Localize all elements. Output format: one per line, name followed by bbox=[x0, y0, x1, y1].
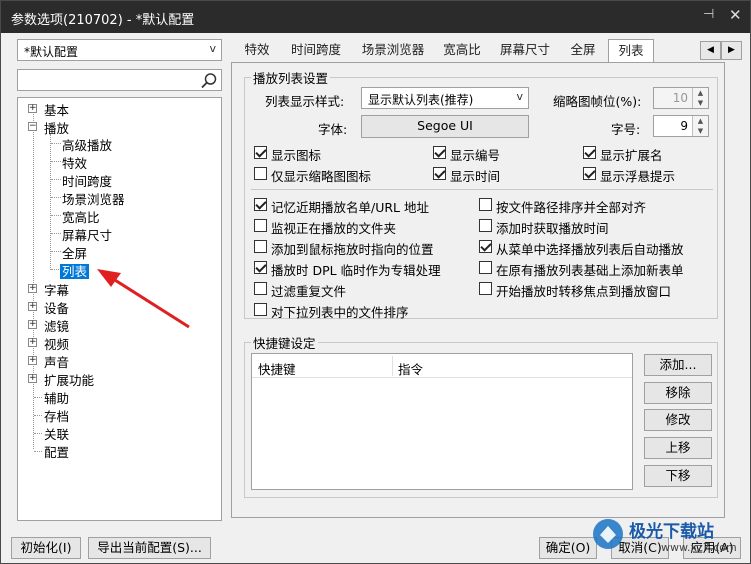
shortcuts-table[interactable]: 快捷键 指令 bbox=[251, 353, 633, 490]
annotation-arrow-icon bbox=[97, 269, 190, 329]
checkbox-icon[interactable] bbox=[479, 198, 492, 211]
font-size-spinner[interactable]: 9 ▲ ▼ bbox=[653, 115, 709, 137]
font-button[interactable]: Segoe UI bbox=[361, 115, 529, 138]
checkbox-icon[interactable] bbox=[254, 240, 267, 253]
tab-time-span[interactable]: 时间跨度 bbox=[285, 39, 347, 62]
checkbox-icon[interactable] bbox=[254, 303, 267, 316]
tab-list[interactable]: 列表 bbox=[608, 39, 654, 63]
checkbox-icon[interactable] bbox=[254, 261, 267, 274]
close-icon[interactable]: ✕ bbox=[729, 6, 742, 24]
edit-shortcut-button[interactable]: 修改 bbox=[644, 409, 712, 431]
profile-select[interactable]: *默认配置 v bbox=[17, 39, 222, 61]
tab-effects[interactable]: 特效 bbox=[237, 39, 277, 62]
expand-icon[interactable]: + bbox=[28, 338, 37, 347]
shortcuts-label: 快捷键设定 bbox=[251, 333, 318, 352]
tab-scroll-right-icon[interactable]: ▶ bbox=[721, 41, 742, 60]
window-title: 参数选项(210702) - *默认配置 bbox=[11, 13, 195, 28]
preferences-window: 参数选项(210702) - *默认配置 ⊣ ✕ *默认配置 v + 基本 − … bbox=[0, 0, 751, 564]
checkbox-icon[interactable] bbox=[254, 167, 267, 180]
watermark-logo: 极光下载站 www.xz7.com bbox=[591, 515, 741, 561]
thumb-frame-value: 10 bbox=[672, 91, 688, 105]
tree-item-effects[interactable]: 特效 bbox=[62, 153, 87, 171]
checkbox-icon[interactable] bbox=[254, 198, 267, 211]
expand-icon[interactable]: + bbox=[28, 320, 37, 329]
move-up-button[interactable]: 上移 bbox=[644, 437, 712, 459]
remove-shortcut-button[interactable]: 移除 bbox=[644, 382, 712, 404]
ok-button[interactable]: 确定(O) bbox=[539, 537, 597, 559]
expand-icon[interactable]: + bbox=[28, 356, 37, 365]
chevron-down-icon: v bbox=[209, 42, 216, 55]
tree-item-screen-size[interactable]: 屏幕尺寸 bbox=[62, 225, 112, 243]
checkbox-icon[interactable] bbox=[254, 219, 267, 232]
tab-scene-browser[interactable]: 场景浏览器 bbox=[355, 39, 431, 62]
table-header: 快捷键 指令 bbox=[252, 354, 632, 378]
display-style-label: 列表显示样式: bbox=[265, 94, 345, 109]
tree-item-config[interactable]: 配置 bbox=[44, 442, 69, 460]
checkbox-icon[interactable] bbox=[433, 146, 446, 159]
tree-item-archive[interactable]: 存档 bbox=[44, 406, 69, 424]
checkbox-icon[interactable] bbox=[583, 167, 596, 180]
checkbox-icon[interactable] bbox=[583, 146, 596, 159]
column-shortcut[interactable]: 快捷键 bbox=[258, 359, 296, 378]
display-style-select[interactable]: 显示默认列表(推荐) v bbox=[361, 87, 529, 109]
tree-item-association[interactable]: 关联 bbox=[44, 424, 69, 442]
expand-icon[interactable]: + bbox=[28, 374, 37, 383]
tab-fullscreen[interactable]: 全屏 bbox=[563, 39, 603, 62]
checkbox-icon[interactable] bbox=[254, 282, 267, 295]
playlist-settings-label: 播放列表设置 bbox=[251, 68, 331, 87]
collapse-icon[interactable]: − bbox=[28, 122, 37, 131]
checkbox-icon[interactable] bbox=[479, 282, 492, 295]
search-icon[interactable] bbox=[200, 72, 218, 90]
tab-aspect-ratio[interactable]: 宽高比 bbox=[437, 39, 487, 62]
spin-updown-icon[interactable]: ▲ ▼ bbox=[692, 88, 708, 108]
profile-select-value: *默认配置 bbox=[24, 45, 79, 59]
font-label: 字体: bbox=[318, 122, 348, 137]
tree-item-assist[interactable]: 辅助 bbox=[44, 388, 69, 406]
watermark-logo-icon bbox=[593, 519, 623, 549]
search-input[interactable] bbox=[17, 69, 222, 91]
column-command[interactable]: 指令 bbox=[398, 359, 423, 378]
title-bar: 参数选项(210702) - *默认配置 ⊣ ✕ bbox=[1, 1, 750, 33]
expand-icon[interactable]: + bbox=[28, 284, 37, 293]
tree-item-list-selected[interactable]: 列表 bbox=[60, 261, 90, 279]
display-style-value: 显示默认列表(推荐) bbox=[368, 93, 474, 107]
checkbox-icon[interactable] bbox=[433, 167, 446, 180]
chevron-down-icon: v bbox=[516, 90, 523, 103]
tree-item-fullscreen[interactable]: 全屏 bbox=[62, 243, 87, 261]
tab-screen-size[interactable]: 屏幕尺寸 bbox=[493, 39, 557, 62]
thumb-frame-label: 缩略图帧位(%): bbox=[553, 94, 642, 109]
add-shortcut-button[interactable]: 添加... bbox=[644, 354, 712, 376]
checkbox-icon[interactable] bbox=[479, 219, 492, 232]
font-size-value: 9 bbox=[680, 119, 688, 133]
thumb-frame-spinner[interactable]: 10 ▲ ▼ bbox=[653, 87, 709, 109]
watermark-url: www.xz7.com bbox=[661, 541, 737, 554]
expand-icon[interactable]: + bbox=[28, 302, 37, 311]
tree-item-scene-browser[interactable]: 场景浏览器 bbox=[62, 189, 125, 207]
watermark-text: 极光下载站 bbox=[629, 522, 714, 542]
spin-updown-icon[interactable]: ▲ ▼ bbox=[692, 116, 708, 136]
initialize-button[interactable]: 初始化(I) bbox=[11, 537, 81, 559]
checkbox-icon[interactable] bbox=[479, 261, 492, 274]
export-config-button[interactable]: 导出当前配置(S)... bbox=[88, 537, 211, 559]
checkbox-icon[interactable] bbox=[254, 146, 267, 159]
pin-icon[interactable]: ⊣ bbox=[703, 7, 714, 22]
expand-icon[interactable]: + bbox=[28, 104, 37, 113]
move-down-button[interactable]: 下移 bbox=[644, 465, 712, 487]
font-size-label: 字号: bbox=[611, 122, 641, 137]
checkbox-icon[interactable] bbox=[479, 240, 492, 253]
tree-item-aspect-ratio[interactable]: 宽高比 bbox=[62, 207, 100, 225]
tree-item-advanced-playback[interactable]: 高级播放 bbox=[62, 135, 112, 153]
tab-scroll-left-icon[interactable]: ◀ bbox=[700, 41, 721, 60]
divider bbox=[251, 189, 713, 190]
tree-item-time-span[interactable]: 时间跨度 bbox=[62, 171, 112, 189]
